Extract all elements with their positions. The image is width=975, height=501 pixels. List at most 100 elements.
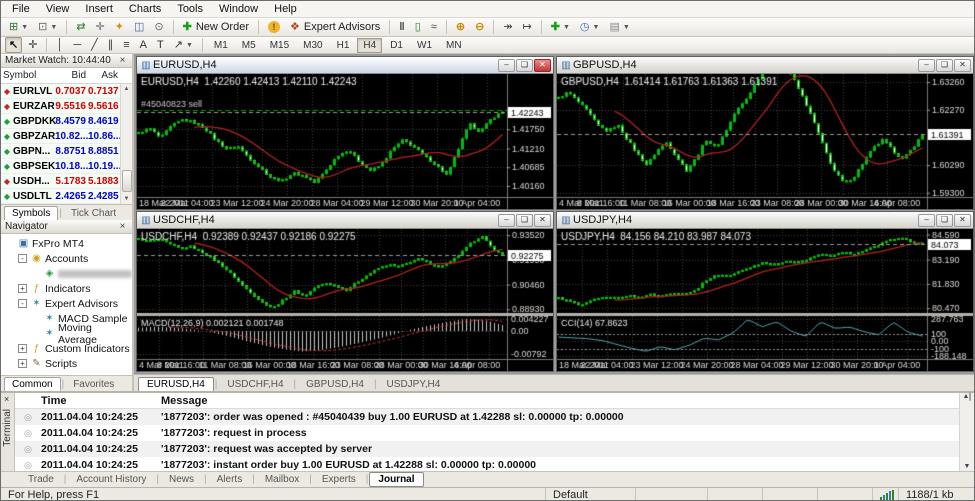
navigator-item-account[interactable]: ◈ [1, 266, 132, 281]
navigator-item-expert-advisors[interactable]: - ✶ Expert Advisors [1, 296, 132, 311]
scroll-down-icon[interactable]: ▼ [960, 463, 974, 470]
tab-common[interactable]: Common [4, 377, 61, 391]
column-message[interactable]: Message [161, 395, 959, 407]
chart-candles-button[interactable]: ▯ [411, 19, 425, 35]
indicators-button[interactable]: ✚ ▼ [547, 19, 574, 35]
menu-view[interactable]: View [38, 2, 78, 16]
chart-window-gbpusd[interactable]: ▥ GBPUSD,H4 – ❏ ✕ [556, 56, 974, 210]
timeframe-mn[interactable]: MN [440, 38, 468, 53]
chart-window-titlebar[interactable]: ▥ GBPUSD,H4 – ❏ ✕ [557, 57, 973, 74]
timeframe-m15[interactable]: M15 [264, 38, 295, 53]
market-watch-row[interactable]: ◆ EURZAR 9.5516 9.5616 [1, 99, 132, 114]
journal-row[interactable]: ◎ 2011.04.04 10:24:25 '1877203': order was… [15, 409, 959, 425]
chart-window-titlebar[interactable]: ▥ USDJPY,H4 – ❏ ✕ [557, 212, 973, 229]
timeframe-h1[interactable]: H1 [331, 38, 356, 53]
journal-row[interactable]: ◎ 2011.04.04 10:24:25 '1877203': request w… [15, 441, 959, 457]
tree-expander-icon[interactable]: - [18, 254, 27, 263]
minimize-icon[interactable]: – [918, 58, 935, 72]
market-watch-row[interactable]: ◆ USDH... 5.1783 5.1883 [1, 174, 132, 189]
chart-tab-gbpusd-h4[interactable]: GBPUSD,H4 [297, 377, 373, 391]
journal-scrollbar[interactable]: ▲ ▼ [959, 392, 974, 471]
usdjpy-chart-canvas[interactable] [557, 229, 973, 371]
navigator-toggle-button[interactable]: ✦ [111, 19, 128, 35]
chart-window-titlebar[interactable]: ▥ EURUSD,H4 – ❏ ✕ [137, 57, 553, 74]
minimize-icon[interactable]: – [498, 213, 515, 227]
close-icon[interactable]: ✕ [954, 58, 971, 72]
text-button[interactable]: A [136, 37, 151, 53]
restore-icon[interactable]: ❏ [516, 58, 533, 72]
chart-bars-button[interactable]: ‖ [395, 19, 408, 35]
terminal-toggle-button[interactable]: ◫ [130, 19, 148, 35]
crosshair-button[interactable]: ✛ [24, 37, 41, 53]
tree-expander-icon[interactable]: - [18, 299, 27, 308]
timeframe-m1[interactable]: M1 [208, 38, 234, 53]
chart-window-usdjpy[interactable]: ▥ USDJPY,H4 – ❏ ✕ [556, 211, 974, 372]
close-icon[interactable]: × [4, 394, 9, 404]
chart-shift-button[interactable]: ↦ [519, 19, 536, 35]
scroll-thumb[interactable] [969, 392, 972, 401]
market-watch-scrollbar[interactable]: ▲ ▼ [120, 84, 132, 204]
column-time[interactable]: Time [41, 395, 161, 407]
menu-window[interactable]: Window [211, 2, 266, 16]
close-icon[interactable]: × [117, 221, 128, 232]
navigator-item-custom-indicators[interactable]: + ƒ Custom Indicators [1, 341, 132, 356]
equidistant-channel-button[interactable]: ∥ [104, 37, 118, 53]
arrows-button[interactable]: ↗ ▼ [170, 37, 197, 53]
timeframe-m5[interactable]: M5 [236, 38, 262, 53]
tab-tick-chart[interactable]: Tick Chart [63, 206, 124, 220]
chart-tab-usdchf-h4[interactable]: USDCHF,H4 [218, 377, 292, 391]
market-watch-row[interactable]: ◆ EURLVL 0.7037 0.7137 [1, 84, 132, 99]
navigator-item-indicators[interactable]: + ƒ Indicators [1, 281, 132, 296]
market-watch-row[interactable]: ◆ GBPZAR 10.82... 10.86... [1, 129, 132, 144]
profiles-button[interactable]: ⊡ ▼ [34, 19, 61, 35]
gbpusd-chart-canvas[interactable] [557, 74, 973, 209]
chart-window-titlebar[interactable]: ▥ USDCHF,H4 – ❏ ✕ [137, 212, 553, 229]
restore-icon[interactable]: ❏ [516, 213, 533, 227]
new-chart-button[interactable]: ⊞ ▼ [5, 19, 32, 35]
zoom-in-button[interactable]: ⊕ [452, 19, 469, 35]
terminal-tab-experts[interactable]: Experts [313, 472, 365, 487]
chevron-down-icon[interactable]: ▼ [50, 24, 57, 31]
trendline-button[interactable]: ╱ [87, 37, 102, 53]
terminal-tab-journal[interactable]: Journal [369, 472, 424, 487]
restore-icon[interactable]: ❏ [936, 213, 953, 227]
menu-charts[interactable]: Charts [121, 2, 169, 16]
market-watch-titlebar[interactable]: Market Watch: 10:44:40 × [1, 54, 132, 68]
timeframe-h4[interactable]: H4 [357, 37, 383, 53]
column-ask[interactable]: Ask [88, 70, 120, 81]
tree-expander-icon[interactable]: + [18, 344, 27, 353]
close-icon[interactable]: × [117, 55, 128, 66]
chevron-down-icon[interactable]: ▼ [186, 42, 193, 49]
horizontal-line-button[interactable]: ─ [69, 37, 85, 53]
market-watch-header[interactable]: Symbol Bid Ask [1, 68, 132, 84]
timeframe-m30[interactable]: M30 [297, 38, 328, 53]
scroll-down-icon[interactable]: ▼ [124, 194, 130, 204]
menu-tools[interactable]: Tools [169, 2, 211, 16]
terminal-tab-account-history[interactable]: Account History [67, 472, 155, 487]
timeframe-d1[interactable]: D1 [384, 38, 409, 53]
data-window-button[interactable]: ✛ [92, 19, 109, 35]
navigator-item-fxpro-mt4[interactable]: ▣ FxPro MT4 [1, 236, 132, 251]
close-icon[interactable]: ✕ [534, 58, 551, 72]
vertical-line-button[interactable]: │ [52, 37, 67, 53]
terminal-tab-trade[interactable]: Trade [19, 472, 63, 487]
menu-help[interactable]: Help [266, 2, 305, 16]
close-icon[interactable]: ✕ [954, 213, 971, 227]
column-symbol[interactable]: Symbol [1, 70, 55, 81]
terminal-tab-mailbox[interactable]: Mailbox [256, 472, 308, 487]
chevron-down-icon[interactable]: ▼ [21, 24, 28, 31]
expert-advisors-button[interactable]: ❖ Expert Advisors [286, 19, 384, 35]
market-watch-row[interactable]: ◆ GBPN... 8.8751 8.8851 [1, 144, 132, 159]
terminal-tab-alerts[interactable]: Alerts [208, 472, 252, 487]
restore-icon[interactable]: ❏ [936, 58, 953, 72]
chart-window-usdchf[interactable]: ▥ USDCHF,H4 – ❏ ✕ [136, 211, 554, 372]
eurusd-chart-canvas[interactable] [137, 74, 553, 209]
usdchf-chart-canvas[interactable] [137, 229, 553, 371]
tab-symbols[interactable]: Symbols [4, 206, 59, 220]
navigator-item-moving-average[interactable]: ✶ Moving Average [1, 322, 132, 346]
chart-line-button[interactable]: ≈ [427, 19, 441, 35]
tree-expander-icon[interactable]: + [18, 284, 27, 293]
chart-tab-usdjpy-h4[interactable]: USDJPY,H4 [378, 377, 450, 391]
menu-file[interactable]: File [4, 2, 38, 16]
chevron-down-icon[interactable]: ▼ [623, 24, 630, 31]
